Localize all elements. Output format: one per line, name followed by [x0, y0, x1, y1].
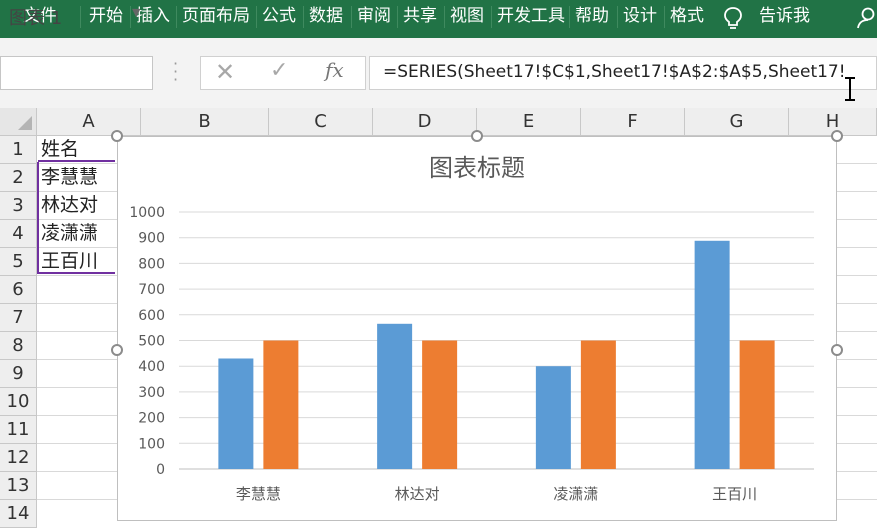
drag-handle-icon[interactable]: · · · — [173, 56, 179, 88]
bar-series1[interactable] — [377, 323, 413, 469]
tab-separator — [303, 6, 304, 28]
row-header[interactable]: 12 — [0, 444, 37, 472]
tab-separator — [130, 6, 131, 28]
chevron-down-icon[interactable]: ▼ — [132, 6, 140, 19]
bar-chart[interactable]: 图表标题 0 100 200 300 400 500 600 700 800 900 1000 李慧慧… — [117, 136, 837, 521]
tab-developer[interactable]: 开发工具 — [497, 0, 565, 34]
name-box[interactable] — [0, 56, 153, 90]
y-tick-label: 600 — [138, 308, 165, 324]
tab-separator — [664, 6, 665, 28]
resize-handle[interactable] — [471, 130, 483, 142]
y-tick-label: 700 — [138, 282, 165, 298]
enter-icon[interactable]: ✓ — [270, 58, 288, 83]
y-tick-label: 500 — [138, 334, 165, 350]
x-tick-label: 王百川 — [712, 485, 757, 503]
tab-data[interactable]: 数据 — [309, 0, 343, 34]
column-header-c[interactable]: C — [269, 108, 373, 136]
bar-series2[interactable] — [739, 340, 775, 470]
tab-separator — [256, 6, 257, 28]
cancel-icon[interactable]: ✕ — [215, 58, 235, 86]
resize-handle[interactable] — [831, 130, 843, 142]
cell-a2[interactable]: 李慧慧 — [37, 164, 115, 192]
insert-function-button[interactable]: fx — [325, 58, 344, 82]
y-tick-label: 300 — [138, 385, 165, 401]
select-all-triangle-icon — [18, 116, 32, 130]
tab-format[interactable]: 格式 — [670, 0, 704, 34]
row-header[interactable]: 9 — [0, 360, 37, 388]
chart-title[interactable]: 图表标题 — [429, 154, 525, 182]
tab-separator — [176, 6, 177, 28]
tab-view[interactable]: 视图 — [450, 0, 484, 34]
y-tick-label: 800 — [138, 256, 165, 272]
lightbulb-icon[interactable] — [722, 6, 744, 30]
tab-home[interactable]: 开始 — [89, 0, 123, 34]
bar-series2[interactable] — [263, 340, 299, 470]
tab-separator — [351, 6, 352, 28]
y-tick-label: 400 — [138, 359, 165, 375]
range-highlight — [38, 272, 115, 274]
x-tick-label: 林达对 — [395, 485, 440, 503]
row-header[interactable]: 1 — [0, 136, 37, 164]
column-header-g[interactable]: G — [685, 108, 789, 136]
tab-separator — [444, 6, 445, 28]
formula-text: =SERIES(Sheet17!$C$1,Sheet17!$A$2:$A$5,S… — [383, 62, 846, 82]
column-header-a[interactable]: A — [37, 108, 141, 136]
bar-series1[interactable] — [694, 240, 730, 469]
resize-handle[interactable] — [111, 130, 123, 142]
tab-help[interactable]: 帮助 — [575, 0, 609, 34]
tab-separator — [617, 6, 618, 28]
x-tick-label: 凌潇潇 — [553, 485, 598, 503]
row-header[interactable]: 3 — [0, 192, 37, 220]
tab-formulas[interactable]: 公式 — [262, 0, 296, 34]
row-header[interactable]: 8 — [0, 332, 37, 360]
range-highlight — [38, 160, 115, 162]
formula-input[interactable]: =SERIES(Sheet17!$C$1,Sheet17!$A$2:$A$5,S… — [369, 56, 877, 90]
resize-handle[interactable] — [111, 344, 123, 356]
tab-insert[interactable]: 插入 — [136, 0, 170, 34]
row-header[interactable]: 4 — [0, 220, 37, 248]
column-header-d[interactable]: D — [373, 108, 477, 136]
tab-separator — [80, 6, 81, 28]
resize-handle[interactable] — [831, 344, 843, 356]
cell-a3[interactable]: 林达对 — [37, 192, 115, 220]
row-header[interactable]: 2 — [0, 164, 37, 192]
name-box-value: 图表 1 — [9, 8, 63, 29]
bar-series2[interactable] — [422, 340, 458, 470]
y-tick-label: 200 — [138, 411, 165, 427]
cell-a4[interactable]: 凌潇潇 — [37, 220, 115, 248]
row-header[interactable]: 6 — [0, 276, 37, 304]
bar-series1[interactable] — [535, 366, 571, 469]
user-icon[interactable] — [856, 7, 877, 29]
text-cursor-icon — [845, 77, 855, 101]
row-header[interactable]: 5 — [0, 248, 37, 276]
tell-me-search[interactable]: 告诉我 — [759, 0, 810, 34]
y-tick-label: 900 — [138, 231, 165, 247]
range-highlight — [37, 162, 39, 274]
y-tick-label: 1000 — [129, 205, 165, 221]
column-header-b[interactable]: B — [141, 108, 269, 136]
y-tick-label: 0 — [156, 462, 165, 478]
row-header[interactable]: 7 — [0, 304, 37, 332]
tab-share[interactable]: 共享 — [403, 0, 437, 34]
row-header[interactable]: 14 — [0, 500, 37, 528]
bar-series2[interactable] — [580, 340, 616, 470]
x-tick-label: 李慧慧 — [236, 485, 281, 503]
tab-page-layout[interactable]: 页面布局 — [182, 0, 250, 34]
column-header-f[interactable]: F — [581, 108, 685, 136]
column-header-e[interactable]: E — [477, 108, 581, 136]
tab-design[interactable]: 设计 — [623, 0, 657, 34]
tab-separator — [491, 6, 492, 28]
tab-separator — [569, 6, 570, 28]
tab-separator — [397, 6, 398, 28]
tab-review[interactable]: 审阅 — [357, 0, 391, 34]
row-header[interactable]: 13 — [0, 472, 37, 500]
y-tick-label: 100 — [138, 436, 165, 452]
row-header[interactable]: 10 — [0, 388, 37, 416]
row-header[interactable]: 11 — [0, 416, 37, 444]
bar-series1[interactable] — [218, 358, 254, 469]
